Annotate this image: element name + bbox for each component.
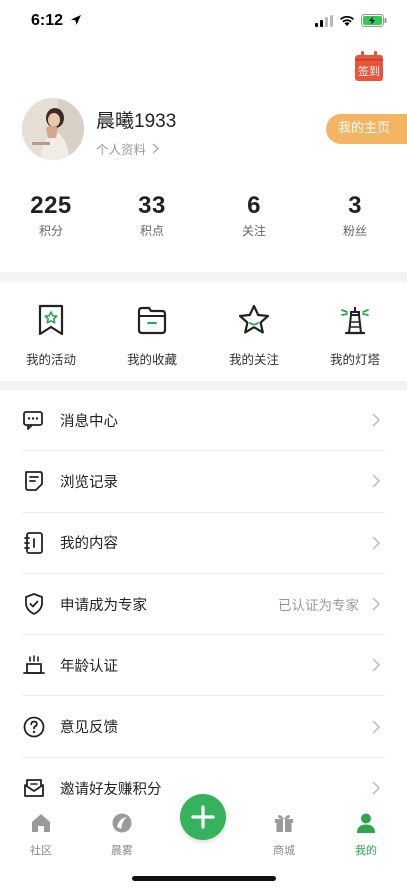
username: 晨曦1933 [96,111,177,132]
message-icon [23,411,43,431]
stat-label: 积点 [139,224,164,238]
tab-mine[interactable]: 我的 [336,812,396,858]
quick-action-lighthouse[interactable]: 我的灯塔 [315,303,395,368]
tab-label: 社区 [30,844,52,857]
history-doc-icon [25,471,43,492]
signal-icon [315,14,333,27]
person-icon [357,813,375,833]
location-arrow-icon [71,15,81,25]
menu-label: 申请成为专家 [60,597,147,614]
checkin-label: 签到 [358,64,380,78]
menu-item-messages[interactable]: 消息中心 [22,390,385,452]
tab-label: 商城 [273,844,295,857]
menu-item-apply-expert[interactable]: 申请成为专家 已认证为专家 [22,574,385,636]
stat-value: 3 [348,192,362,219]
lighthouse-icon [341,307,369,335]
content-notebook-icon [24,531,43,554]
cake-icon [23,655,45,675]
tab-mist[interactable]: 晨雾 [92,812,152,858]
menu-item-feedback[interactable]: 意见反馈 [22,696,385,758]
menu-label: 邀请好友赚积分 [60,781,162,798]
star-icon [238,304,270,334]
avatar-photo [22,98,84,160]
quick-action-favorites[interactable]: 我的收藏 [112,303,192,368]
settings-menu: 消息中心 浏览记录 我的内容 申请成为专家 已认证为专家 年龄认证 意见反馈 邀… [22,390,385,819]
status-bar: 6:12 [0,0,407,44]
chevron-right-icon [372,474,381,488]
profile-link-label: 个人资料 [96,142,147,157]
plus-icon [191,805,215,829]
chevron-right-icon [152,143,160,154]
bookmark-star-icon [38,304,64,336]
gift-shop-icon [275,815,293,832]
chevron-right-icon [372,720,381,734]
home-indicator [132,876,276,881]
menu-item-my-content[interactable]: 我的内容 [22,513,385,574]
menu-item-age-verification[interactable]: 年龄认证 [22,635,385,697]
stats-row: 225 积分 33 积点 6 关注 3 粉丝 [0,192,407,242]
stat-points[interactable]: 225 积分 [11,192,91,239]
chevron-right-icon [372,536,381,550]
folder-icon [137,306,167,335]
menu-item-history[interactable]: 浏览记录 [22,451,385,513]
checkin-calendar-icon[interactable]: 签到 [354,50,384,82]
quick-action-label: 我的灯塔 [329,352,380,367]
create-post-button[interactable] [180,794,226,840]
question-icon [23,716,45,738]
stat-following[interactable]: 6 关注 [214,192,294,239]
home-icon [32,814,50,832]
stat-label: 粉丝 [342,224,367,238]
chevron-right-icon [372,781,381,795]
tab-community[interactable]: 社区 [11,812,71,858]
battery-charging-icon [361,14,387,27]
chevron-right-icon [372,413,381,427]
profile-link[interactable]: 个人资料 [96,139,160,158]
menu-label: 我的内容 [60,536,118,553]
quick-action-activities[interactable]: 我的活动 [11,303,91,368]
my-homepage-button[interactable]: 我的主页 [326,114,407,144]
stat-fans[interactable]: 3 粉丝 [315,192,395,239]
shield-check-icon [25,593,43,615]
stat-value: 6 [247,192,261,219]
menu-label: 消息中心 [60,413,118,430]
quick-action-label: 我的活动 [25,352,76,367]
wifi-icon [340,15,354,26]
quick-action-following[interactable]: 我的关注 [214,303,294,368]
stat-credits[interactable]: 33 积点 [112,192,192,239]
quick-actions: 我的活动 我的收藏 我的关注 我的灯塔 [0,283,407,381]
status-time: 6:12 [31,12,64,29]
quick-action-label: 我的收藏 [126,352,177,367]
stat-value: 33 [138,192,166,219]
menu-label: 浏览记录 [60,474,118,491]
tab-shop[interactable]: 商城 [254,812,314,858]
chevron-right-icon [372,597,381,611]
stat-label: 关注 [241,224,266,238]
expert-status: 已认证为专家 [278,598,359,615]
section-divider [0,272,407,282]
stat-value: 225 [30,192,72,219]
menu-label: 意见反馈 [60,720,118,737]
section-divider [0,381,407,390]
tab-label: 我的 [355,844,377,857]
tab-label: 晨雾 [111,844,133,857]
menu-label: 年龄认证 [60,658,118,675]
status-indicators [315,14,387,27]
stat-label: 积分 [38,224,63,238]
avatar[interactable] [22,98,84,160]
chevron-right-icon [372,658,381,672]
quick-action-label: 我的关注 [228,352,279,367]
mist-icon [112,813,132,833]
invite-mail-icon [24,779,44,798]
